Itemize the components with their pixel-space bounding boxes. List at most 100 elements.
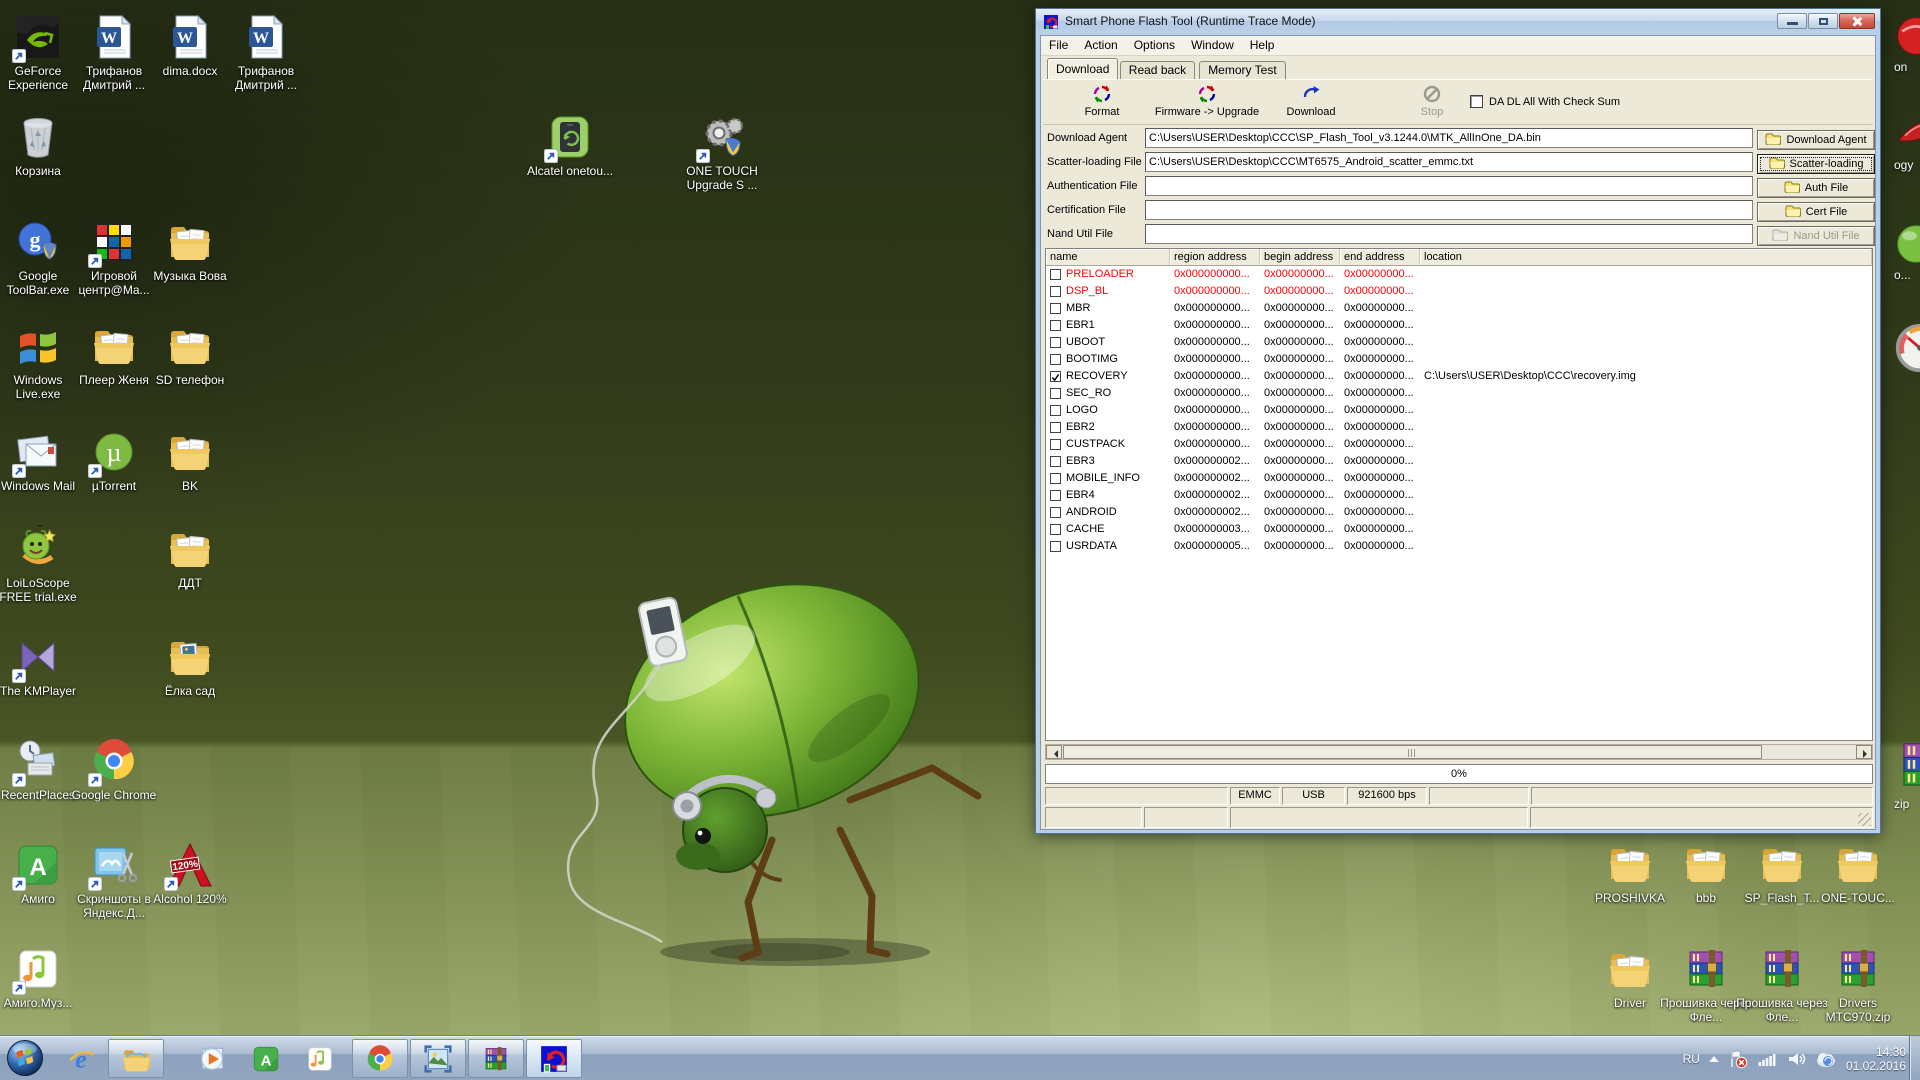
desktop-icon[interactable]: ONE-TOUC... [1812,840,1904,905]
taskbar-button-windows-media-player[interactable] [186,1039,238,1078]
taskbar-button-photo-viewer[interactable] [410,1039,466,1078]
field-input-download-agent[interactable]: C:\Users\USER\Desktop\CCC\SP_Flash_Tool_… [1145,128,1753,148]
taskbar-button-amigo-music[interactable] [294,1039,346,1078]
button-download-agent[interactable]: Download Agent [1757,130,1875,150]
button-scatter-loading[interactable]: Scatter-loading [1757,154,1875,174]
column-header-location[interactable]: location [1420,249,1872,266]
sync-app-tray-icon[interactable] [1815,1049,1837,1069]
edge-desktop-icon[interactable] [1894,322,1920,374]
row-checkbox[interactable] [1050,473,1061,484]
tab-download[interactable]: Download [1047,58,1118,79]
menu-item-action[interactable]: Action [1076,36,1125,55]
row-checkbox[interactable] [1050,456,1061,467]
table-row-usrdata[interactable]: USRDATA0x000000005...0x00000000...0x0000… [1046,538,1872,555]
minimize-button[interactable] [1777,13,1807,29]
tab-memory-test[interactable]: Memory Test [1199,61,1285,79]
menu-item-help[interactable]: Help [1242,36,1283,55]
hidden-icons-arrow-icon[interactable] [1709,1056,1719,1062]
taskbar-button-google-chrome[interactable] [352,1039,408,1078]
table-row-android[interactable]: ANDROID0x000000002...0x00000000...0x0000… [1046,504,1872,521]
field-input-certification-file[interactable] [1145,200,1753,220]
toolbar-button-stop[interactable]: Stop [1400,84,1464,118]
row-checkbox[interactable] [1050,303,1061,314]
table-row-ebr3[interactable]: EBR30x000000002...0x00000000...0x0000000… [1046,453,1872,470]
toolbar-button-download[interactable]: Download [1274,84,1348,118]
edge-desktop-icon[interactable]: zip [1894,735,1920,811]
tab-read-back[interactable]: Read back [1120,61,1195,79]
desktop-icon[interactable]: Корзина [0,113,84,178]
action-center-flag-icon[interactable] [1728,1049,1748,1069]
edge-desktop-icon[interactable]: ogy [1894,112,1920,172]
row-checkbox[interactable] [1050,524,1061,535]
menu-item-window[interactable]: Window [1183,36,1242,55]
start-button[interactable] [5,1038,45,1078]
taskbar-button-sp-flash-tool[interactable] [526,1039,582,1078]
menu-item-options[interactable]: Options [1126,36,1183,55]
row-checkbox[interactable] [1050,286,1061,297]
horizontal-scrollbar[interactable] [1045,744,1873,760]
clock[interactable]: 14:30 01.02.2016 [1846,1045,1906,1073]
desktop-icon[interactable]: Амиго.Муз... [0,945,84,1010]
table-row-dsp_bl[interactable]: DSP_BL0x000000000...0x00000000...0x00000… [1046,283,1872,300]
scrollbar-track[interactable] [1062,745,1856,759]
title-bar[interactable]: Smart Phone Flash Tool (Runtime Trace Mo… [1036,9,1880,35]
edge-desktop-icon[interactable]: on [1894,14,1920,74]
desktop-icon[interactable]: WТрифанов Дмитрий ... [220,13,312,92]
table-row-mbr[interactable]: MBR0x000000000...0x00000000...0x00000000… [1046,300,1872,317]
table-row-ebr2[interactable]: EBR20x000000000...0x00000000...0x0000000… [1046,419,1872,436]
row-checkbox[interactable] [1050,388,1061,399]
desktop-icon[interactable]: Ёлка сад [144,633,236,698]
table-row-mobile_info[interactable]: MOBILE_INFO0x000000002...0x00000000...0x… [1046,470,1872,487]
desktop-icon[interactable]: Google Chrome [68,737,160,802]
row-checkbox[interactable] [1050,422,1061,433]
language-indicator[interactable]: RU [1683,1052,1700,1066]
row-checkbox[interactable] [1050,439,1061,450]
column-header-region-address[interactable]: region address [1170,249,1260,266]
row-checkbox[interactable] [1050,371,1061,382]
column-header-begin-address[interactable]: begin address [1260,249,1340,266]
menu-item-file[interactable]: File [1041,36,1076,55]
table-row-custpack[interactable]: CUSTPACK0x000000000...0x00000000...0x000… [1046,436,1872,453]
field-input-scatter-loading-file[interactable]: C:\Users\USER\Desktop\CCC\MT6575_Android… [1145,152,1753,172]
maximize-button[interactable] [1808,13,1838,29]
table-row-sec_ro[interactable]: SEC_RO0x000000000...0x00000000...0x00000… [1046,385,1872,402]
close-button[interactable] [1839,13,1875,29]
row-checkbox[interactable] [1050,320,1061,331]
row-checkbox[interactable] [1050,541,1061,552]
edge-desktop-icon[interactable]: o... [1894,222,1920,282]
table-row-logo[interactable]: LOGO0x000000000...0x00000000...0x0000000… [1046,402,1872,419]
column-header-name[interactable]: name [1046,249,1170,266]
taskbar-button-windows-explorer[interactable] [108,1039,164,1078]
table-row-cache[interactable]: CACHE0x000000003...0x00000000...0x000000… [1046,521,1872,538]
table-row-preloader[interactable]: PRELOADER0x000000000...0x00000000...0x00… [1046,266,1872,283]
table-row-uboot[interactable]: UBOOT0x000000000...0x00000000...0x000000… [1046,334,1872,351]
volume-icon[interactable] [1786,1049,1806,1069]
row-checkbox[interactable] [1050,354,1061,365]
desktop-icon[interactable]: The KMPlayer [0,633,84,698]
row-checkbox[interactable] [1050,490,1061,501]
row-checkbox[interactable] [1050,507,1061,518]
taskbar-button-internet-explorer[interactable]: e [56,1039,108,1078]
desktop-icon[interactable]: Alcatel onetou... [524,113,616,178]
da-dl-checksum-checkbox[interactable]: DA DL All With Check Sum [1470,95,1620,108]
scroll-right-arrow-icon[interactable] [1856,745,1872,759]
desktop-icon[interactable]: ONE TOUCH Upgrade S ... [676,113,768,192]
toolbar-button-firmware-upgrade[interactable]: Firmware -> Upgrade [1144,84,1270,118]
scrollbar-thumb[interactable] [1063,745,1762,759]
desktop-icon[interactable]: BK [144,428,236,493]
table-row-ebr1[interactable]: EBR10x000000000...0x00000000...0x0000000… [1046,317,1872,334]
field-input-nand-util-file[interactable] [1145,224,1753,244]
desktop-icon[interactable]: ДДТ [144,525,236,590]
table-row-recovery[interactable]: RECOVERY0x000000000...0x00000000...0x000… [1046,368,1872,385]
desktop-icon[interactable]: SD телефон [144,322,236,387]
button-cert-file[interactable]: Cert File [1757,202,1875,222]
network-signal-icon[interactable] [1757,1049,1777,1069]
column-header-end-address[interactable]: end address [1340,249,1420,266]
scroll-left-arrow-icon[interactable] [1046,745,1062,759]
table-row-bootimg[interactable]: BOOTIMG0x000000000...0x00000000...0x0000… [1046,351,1872,368]
toolbar-button-format[interactable]: Format [1060,84,1144,118]
field-input-authentication-file[interactable] [1145,176,1753,196]
desktop-icon[interactable]: LoiLoScope FREE trial.exe [0,525,84,604]
row-checkbox[interactable] [1050,269,1061,280]
button-auth-file[interactable]: Auth File [1757,178,1875,198]
